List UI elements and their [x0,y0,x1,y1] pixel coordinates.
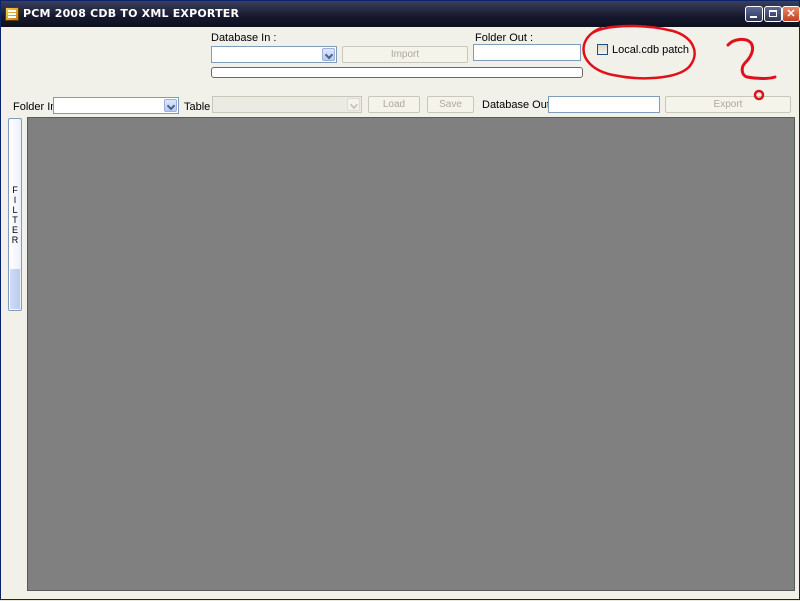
filter-label: FILTER [9,185,21,245]
folder-out-label: Folder Out : [475,32,534,44]
filter-label-letter: E [11,225,18,235]
maximize-button[interactable] [764,6,782,22]
table-dropdown[interactable] [212,96,362,113]
filter-label-letter: T [12,215,18,225]
filter-label-letter: R [11,235,19,245]
filter-button-shade [10,269,20,309]
folder-out-field[interactable] [473,44,581,61]
minimize-icon [750,16,757,18]
database-in-dropdown[interactable] [211,46,337,63]
export-button[interactable]: Export [665,96,791,113]
chevron-down-icon[interactable] [322,48,335,61]
close-button[interactable]: ✕ [782,6,800,22]
maximize-icon [769,10,777,17]
app-window: PCM 2008 CDB TO XML EXPORTER ✕ Database … [0,0,800,600]
data-grid[interactable] [27,117,795,591]
import-progress-bar [211,67,583,78]
app-icon[interactable] [5,7,19,21]
filter-label-letter: L [12,205,18,215]
chevron-down-icon[interactable] [164,99,177,112]
filter-label-letter: I [13,195,17,205]
local-patch-label[interactable]: Local.cdb patch [612,44,689,56]
save-button[interactable]: Save [427,96,474,113]
database-in-label: Database In : [211,32,277,44]
annotation-question-mark [726,37,777,80]
title-bar[interactable]: PCM 2008 CDB TO XML EXPORTER ✕ [1,1,800,27]
filter-label-letter: F [12,185,18,195]
database-out-label: Database Out : [482,99,556,111]
folder-in-dropdown[interactable] [53,97,179,114]
minimize-button[interactable] [745,6,763,22]
window-title: PCM 2008 CDB TO XML EXPORTER [23,7,240,20]
database-out-field[interactable] [548,96,660,113]
filter-button[interactable]: FILTER [8,118,22,311]
load-button[interactable]: Load [368,96,420,113]
chevron-down-icon[interactable] [347,98,360,111]
import-button[interactable]: Import [342,46,468,63]
close-icon: ✕ [786,8,796,20]
local-patch-checkbox[interactable] [597,44,608,55]
